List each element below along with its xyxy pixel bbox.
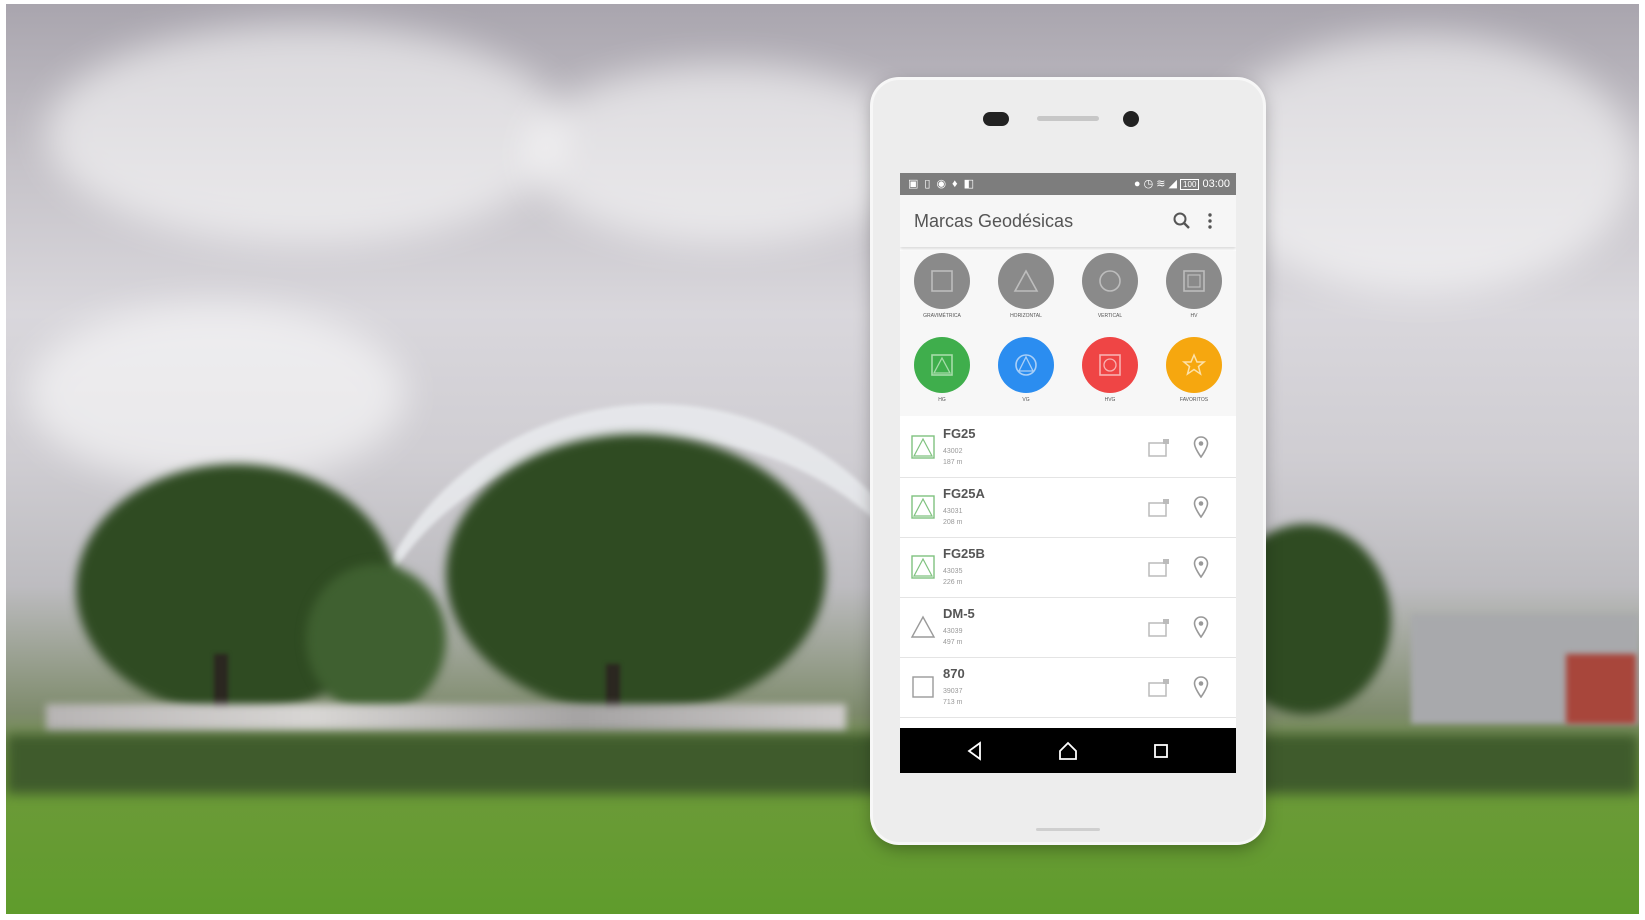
photo-icon[interactable] — [1148, 618, 1170, 638]
mark-distance: 208 m — [943, 519, 963, 526]
hedge — [6, 734, 1639, 794]
triangle-icon — [910, 615, 936, 638]
earpiece-speaker — [1037, 116, 1099, 121]
more-options-icon[interactable] — [1206, 211, 1214, 231]
mark-distance: 713 m — [943, 699, 963, 706]
back-icon[interactable] — [964, 740, 986, 762]
phone-screen: ▣▯◉♦◧ ● ◷ ≋ ◢ 100 03:00 Marcas Geodésica… — [900, 173, 1236, 773]
list-item[interactable]: 870 39037 713 m — [900, 658, 1236, 718]
filter-label: GRAVIMÉTRICA — [923, 313, 961, 319]
map-pin-icon[interactable] — [1193, 496, 1209, 518]
app-title: Marcas Geodésicas — [914, 211, 1074, 231]
filter-hvg[interactable]: HVG — [1068, 337, 1152, 403]
front-sensor — [983, 112, 1009, 126]
mark-name: FG25A — [943, 486, 985, 501]
wifi-icon: ≋ — [1156, 178, 1166, 190]
photo-icon[interactable] — [1148, 678, 1170, 698]
list-item[interactable]: FG25B 43035 226 m — [900, 538, 1236, 598]
mark-details: 43031 208 m — [943, 506, 962, 528]
filter-grid: GRAVIMÉTRICA HORIZONTAL VERTICAL HV HG V… — [900, 251, 1236, 416]
filter-label: VERTICAL — [1097, 313, 1123, 319]
circle-triangle-icon — [1015, 354, 1037, 376]
phone-bottom-edge — [1036, 828, 1100, 831]
status-right: ● ◷ ≋ ◢ 100 03:00 — [1134, 177, 1230, 190]
filter-label: VG — [1022, 397, 1030, 403]
notification-icons: ▣▯◉♦◧ — [908, 178, 981, 190]
square-icon — [931, 270, 953, 292]
filter-favoritos[interactable]: FAVORITOS — [1152, 337, 1236, 403]
mark-id: 43031 — [943, 508, 963, 515]
status-bar: ▣▯◉♦◧ ● ◷ ≋ ◢ 100 03:00 — [900, 173, 1236, 195]
building-red — [1566, 654, 1636, 724]
photo-icon[interactable] — [1148, 558, 1170, 578]
list-item[interactable]: FG25 43002 187 m — [900, 418, 1236, 478]
battery-indicator: 100 — [1180, 179, 1200, 190]
phone-device: ▣▯◉♦◧ ● ◷ ≋ ◢ 100 03:00 Marcas Geodésica… — [873, 80, 1263, 842]
clock: 03:00 — [1202, 178, 1230, 190]
search-icon[interactable] — [1172, 211, 1192, 231]
mark-name: DM-5 — [943, 606, 975, 621]
mark-details: 43035 226 m — [943, 566, 962, 588]
filter-vertical[interactable]: VERTICAL — [1068, 253, 1152, 319]
triangle-icon — [1013, 269, 1039, 292]
star-icon — [1181, 353, 1207, 376]
mark-distance: 497 m — [943, 639, 963, 646]
app-toolbar: Marcas Geodésicas — [900, 195, 1236, 247]
recents-icon[interactable] — [1150, 740, 1172, 762]
alarm-icon: ◷ — [1143, 178, 1154, 190]
front-camera — [1123, 111, 1139, 127]
mark-distance: 226 m — [943, 579, 963, 586]
filter-label: HV — [1190, 313, 1198, 319]
mark-details: 43039 497 m — [943, 626, 962, 648]
list-item[interactable]: FG25A 43031 208 m — [900, 478, 1236, 538]
photo-icon[interactable] — [1148, 498, 1170, 518]
mark-id: 43039 — [943, 628, 963, 635]
marks-list: FG25 43002 187 m FG25A 43031 208 m FG25B 4… — [900, 418, 1236, 718]
filter-label: HORIZONTAL — [1010, 313, 1042, 319]
list-item[interactable]: DM-5 43039 497 m — [900, 598, 1236, 658]
mark-details: 39037 713 m — [943, 686, 962, 708]
mark-id: 39037 — [943, 688, 963, 695]
square-outline-icon — [1183, 270, 1205, 292]
square-circle-icon — [1099, 354, 1121, 376]
filter-hv[interactable]: HV — [1152, 253, 1236, 319]
filter-label: FAVORITOS — [1179, 397, 1209, 403]
parked-cars — [46, 704, 846, 732]
mark-name: FG25B — [943, 546, 985, 561]
filter-gravimetrica[interactable]: GRAVIMÉTRICA — [900, 253, 984, 319]
filter-horizontal[interactable]: HORIZONTAL — [984, 253, 1068, 319]
mark-details: 43002 187 m — [943, 446, 962, 468]
filter-label: HG — [938, 397, 946, 403]
square-triangle-icon — [931, 354, 953, 376]
mark-name: 870 — [943, 666, 965, 681]
background-photo — [6, 4, 1639, 914]
signal-icon: ◢ — [1168, 178, 1177, 190]
square-triangle-icon — [911, 495, 935, 519]
circle-icon — [1099, 270, 1121, 292]
filter-vg[interactable]: VG — [984, 337, 1068, 403]
photo-icon[interactable] — [1148, 438, 1170, 458]
mark-id: 43002 — [943, 448, 963, 455]
mark-id: 43035 — [943, 568, 963, 575]
square-triangle-icon — [911, 435, 935, 459]
home-icon[interactable] — [1057, 740, 1079, 762]
map-pin-icon[interactable] — [1193, 556, 1209, 578]
mark-name: FG25 — [943, 426, 976, 441]
android-nav-bar — [900, 728, 1236, 773]
square-triangle-icon — [911, 555, 935, 579]
square-icon — [912, 676, 934, 698]
map-pin-icon[interactable] — [1193, 436, 1209, 458]
filter-hg[interactable]: HG — [900, 337, 984, 403]
map-pin-icon[interactable] — [1193, 676, 1209, 698]
map-pin-icon[interactable] — [1193, 616, 1209, 638]
filter-label: HVG — [1104, 397, 1116, 403]
mark-distance: 187 m — [943, 459, 963, 466]
location-icon: ● — [1133, 178, 1141, 190]
